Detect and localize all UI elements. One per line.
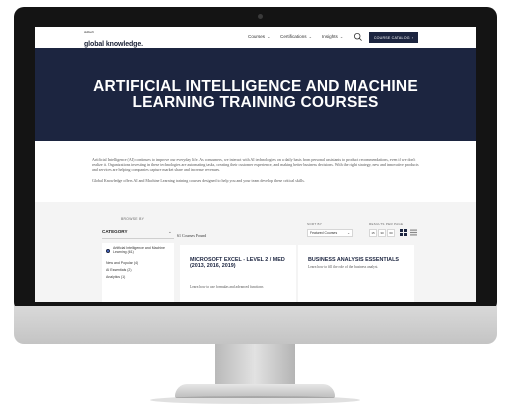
chevron-down-icon: ⌄ bbox=[347, 231, 350, 235]
results-count: 61 Courses Found bbox=[177, 233, 207, 238]
rpp-option-60[interactable]: 60 bbox=[387, 229, 395, 237]
course-catalog-button[interactable]: COURSE CATALOG › bbox=[369, 32, 418, 43]
rpp-option-15[interactable]: 15 bbox=[369, 229, 377, 237]
sort-by-label: SORT BY bbox=[307, 222, 323, 226]
category-filter-list: Artificial Intelligence and Machine Lear… bbox=[102, 243, 174, 302]
course-card-title[interactable]: BUSINESS ANALYSIS ESSENTIALS bbox=[308, 257, 408, 263]
chevron-down-icon: ⌄ bbox=[339, 34, 344, 39]
divider bbox=[102, 238, 174, 239]
monitor-chin bbox=[14, 306, 497, 344]
sort-by-value: Featured Courses bbox=[310, 231, 338, 235]
rpp-option-30[interactable]: 30 bbox=[378, 229, 386, 237]
logo-main-text: global knowledge. bbox=[84, 41, 143, 48]
browse-by-label: BROWSE BY bbox=[121, 217, 145, 221]
intro-paragraph-1: Artificial Intelligence (AI) continues t… bbox=[92, 157, 419, 173]
monitor-shadow bbox=[150, 396, 360, 404]
intro-paragraph-2: Global Knowledge offers AI and Machine L… bbox=[92, 177, 305, 183]
category-filter-header[interactable]: CATEGORY bbox=[102, 229, 128, 234]
intro-text: Artificial Intelligence (AI) continues t… bbox=[92, 157, 422, 188]
category-option-analytics[interactable]: Analytics (1) bbox=[106, 275, 125, 279]
nav-item-label: Insights bbox=[322, 34, 338, 39]
page-title: ARTIFICIAL INTELLIGENCE AND MACHINE LEAR… bbox=[93, 77, 418, 111]
course-card[interactable]: MICROSOFT EXCEL - LEVEL 2 / MED (2013, 2… bbox=[180, 245, 296, 302]
radio-selected-icon[interactable] bbox=[106, 249, 110, 253]
results-per-page-label: RESULTS PER PAGE bbox=[369, 222, 404, 226]
course-card-description: Learn how to use formulas and advanced f… bbox=[190, 285, 264, 289]
nav-item-certifications[interactable]: Certifications ⌄ bbox=[280, 34, 312, 39]
course-card[interactable]: BUSINESS ANALYSIS ESSENTIALS Learn how t… bbox=[298, 245, 414, 302]
course-card-description: Learn how to fill the role of the busine… bbox=[308, 265, 379, 269]
website-screen: skillsoft global knowledge. Courses ⌄ Cer… bbox=[35, 27, 476, 302]
category-option-new-popular[interactable]: New and Popular (4) bbox=[106, 261, 138, 265]
chevron-down-icon: ⌄ bbox=[308, 34, 312, 39]
chevron-down-icon: ⌄ bbox=[267, 34, 271, 39]
arrow-right-icon: › bbox=[411, 35, 414, 40]
course-catalog-label: COURSE CATALOG bbox=[373, 35, 410, 40]
sort-by-select[interactable]: Featured Courses ⌄ bbox=[307, 229, 353, 237]
camera-icon bbox=[258, 14, 263, 19]
nav-item-label: Courses bbox=[248, 34, 266, 39]
nav-item-courses[interactable]: Courses ⌄ bbox=[248, 34, 270, 39]
category-option-ai-ml[interactable]: Artificial Intelligence and Machine Lear… bbox=[113, 246, 171, 255]
top-navigation: skillsoft global knowledge. Courses ⌄ Cer… bbox=[35, 27, 476, 49]
logo-small-text: skillsoft bbox=[84, 30, 94, 34]
hero-banner: ARTIFICIAL INTELLIGENCE AND MACHINE LEAR… bbox=[35, 48, 476, 141]
course-card-title[interactable]: MICROSOFT EXCEL - LEVEL 2 / MED (2013, 2… bbox=[190, 257, 290, 270]
grid-view-icon[interactable] bbox=[400, 229, 407, 236]
search-icon[interactable] bbox=[353, 32, 363, 42]
results-section: BROWSE BY CATEGORY ⌄ Artificial Intellig… bbox=[35, 202, 476, 302]
nav-item-label: Certifications bbox=[280, 34, 307, 39]
nav-item-insights[interactable]: Insights ⌄ bbox=[322, 34, 343, 39]
list-view-icon[interactable] bbox=[410, 229, 417, 236]
chevron-down-icon[interactable]: ⌄ bbox=[168, 229, 172, 235]
category-option-ai-essentials[interactable]: AI Essentials (2) bbox=[106, 268, 131, 272]
